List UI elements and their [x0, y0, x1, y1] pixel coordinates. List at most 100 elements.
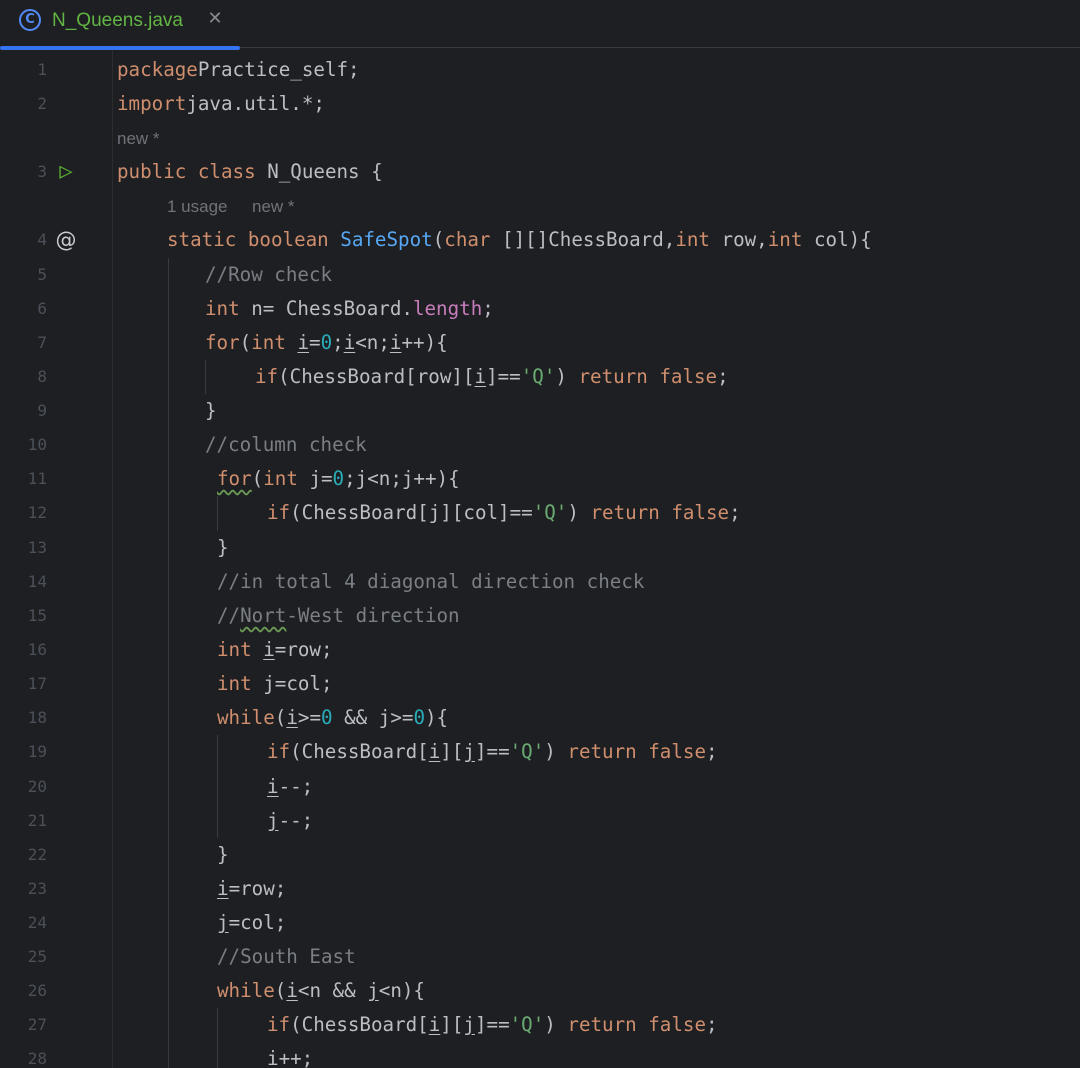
code-line[interactable]: 1 packagePractice_self;: [0, 53, 1080, 87]
code-text[interactable]: while(i>=0 && j>=0){: [217, 701, 448, 735]
code-token: j: [463, 740, 475, 763]
code-text[interactable]: if(ChessBoard[i][j]=='Q') return false;: [267, 1008, 718, 1042]
code-line[interactable]: 19 if(ChessBoard[i][j]=='Q') return false…: [0, 735, 1080, 769]
code-token: =row;: [228, 877, 287, 900]
code-token: N_Queens {: [267, 160, 383, 183]
line-number: 14: [27, 572, 47, 591]
code-line[interactable]: 2 importjava.util.*;: [0, 87, 1080, 121]
code-line[interactable]: 20 i--;: [0, 770, 1080, 804]
code-text[interactable]: while(i<n && j<n){: [217, 974, 425, 1008]
code-line[interactable]: 9}: [0, 394, 1080, 428]
code-text[interactable]: j=col;: [217, 906, 286, 940]
code-text[interactable]: if(ChessBoard[row][i]=='Q') return false…: [255, 360, 729, 394]
code-line[interactable]: 17 int j=col;: [0, 667, 1080, 701]
code-line[interactable]: 3 public class N_Queens {▷: [0, 155, 1080, 189]
code-token: if: [267, 740, 291, 763]
code-token: i: [297, 331, 309, 354]
code-token: ;: [482, 297, 494, 320]
line-number: 13: [27, 538, 47, 557]
line-number: 24: [27, 913, 47, 932]
code-line[interactable]: 15 //Nort-West direction: [0, 599, 1080, 633]
code-text[interactable]: i++;: [267, 1042, 313, 1068]
code-token: }: [217, 536, 229, 559]
code-line[interactable]: 22}: [0, 838, 1080, 872]
run-gutter-icon[interactable]: ▷: [54, 161, 78, 183]
code-text[interactable]: }: [217, 531, 229, 565]
code-token: int: [263, 467, 310, 490]
code-token: j: [463, 1013, 475, 1036]
editor-tab-bar: C N_Queens.java ✕: [0, 0, 1080, 50]
code-line[interactable]: 27 if(ChessBoard[i][j]=='Q') return false…: [0, 1008, 1080, 1042]
code-line[interactable]: 21 j--;: [0, 804, 1080, 838]
code-token: ][: [440, 740, 464, 763]
code-token: 'Q': [532, 501, 568, 524]
code-text[interactable]: if(ChessBoard[i][j]=='Q') return false;: [267, 735, 718, 769]
code-text[interactable]: }: [205, 394, 217, 428]
code-line[interactable]: 16 int i=row;: [0, 633, 1080, 667]
code-line[interactable]: 18 while(i>=0 && j>=0){: [0, 701, 1080, 735]
code-token: n= ChessBoard.: [251, 297, 413, 320]
code-line[interactable]: 26 while(i<n && j<n){: [0, 974, 1080, 1008]
code-line[interactable]: 5 //Row check: [0, 258, 1080, 292]
line-number: 6: [37, 299, 47, 318]
code-token: for: [217, 467, 252, 490]
code-token: ++){: [401, 331, 448, 354]
code-token: ;: [706, 740, 718, 763]
code-line[interactable]: 13}: [0, 531, 1080, 565]
code-text[interactable]: i--;: [267, 770, 313, 804]
code-line[interactable]: 10 //column check: [0, 428, 1080, 462]
code-token: (: [274, 706, 287, 729]
code-text[interactable]: i=row;: [217, 872, 286, 906]
code-text[interactable]: public class N_Queens {: [117, 155, 383, 189]
code-line[interactable]: 14 //in total 4 diagonal direction check: [0, 565, 1080, 599]
code-token: }: [205, 399, 217, 422]
code-token: --;: [278, 809, 314, 832]
code-text[interactable]: for(int i=0;i<n;i++){: [205, 326, 448, 360]
code-text[interactable]: //Row check: [205, 258, 332, 292]
code-line[interactable]: 6 int n= ChessBoard.length;: [0, 292, 1080, 326]
code-text[interactable]: //in total 4 diagonal direction check: [217, 565, 644, 599]
code-line[interactable]: 25 //South East: [0, 940, 1080, 974]
close-icon[interactable]: ✕: [205, 7, 225, 31]
line-number: 27: [27, 1015, 47, 1034]
code-token: length: [412, 297, 483, 320]
code-token: <n;: [355, 331, 390, 354]
code-token: if: [267, 501, 291, 524]
code-token: i: [428, 740, 441, 763]
code-text[interactable]: static boolean SafeSpot(char [][]ChessBo…: [167, 223, 872, 257]
tab-n-queens-java[interactable]: C N_Queens.java ✕: [0, 0, 240, 50]
line-number: 21: [27, 811, 47, 830]
code-token: -West direction: [286, 604, 460, 627]
code-text[interactable]: //Nort-West direction: [217, 599, 460, 633]
code-line[interactable]: 8 if(ChessBoard[row][i]=='Q') return fals…: [0, 360, 1080, 394]
code-token: ): [555, 365, 579, 388]
line-number: 11: [27, 469, 47, 488]
code-token: return false: [590, 501, 730, 524]
code-token: ): [567, 501, 591, 524]
code-line[interactable]: 24 j=col;: [0, 906, 1080, 940]
code-text[interactable]: j--;: [267, 804, 313, 838]
code-text[interactable]: int j=col;: [217, 667, 333, 701]
code-text[interactable]: importjava.util.*;: [117, 87, 325, 121]
code-text[interactable]: packagePractice_self;: [117, 53, 360, 87]
code-token: package: [117, 58, 198, 81]
code-token: i: [267, 1047, 279, 1068]
code-text[interactable]: int i=row;: [217, 633, 333, 667]
code-text[interactable]: //column check: [205, 428, 367, 462]
code-token: ;: [717, 365, 729, 388]
code-line[interactable]: 12 if(ChessBoard[j][col]=='Q') return fal…: [0, 496, 1080, 530]
line-number: 23: [27, 879, 47, 898]
line-number: 15: [27, 606, 47, 625]
code-text[interactable]: int n= ChessBoard.length;: [205, 292, 494, 326]
code-text[interactable]: }: [217, 838, 229, 872]
code-line[interactable]: 11 for(int j=0;j<n;j++){: [0, 462, 1080, 496]
code-text[interactable]: if(ChessBoard[j][col]=='Q') return false…: [267, 496, 741, 530]
code-text[interactable]: //South East: [217, 940, 356, 974]
code-line[interactable]: 23 i=row;: [0, 872, 1080, 906]
code-line[interactable]: 7 for(int i=0;i<n;i++){: [0, 326, 1080, 360]
code-text[interactable]: for(int j=0;j<n;j++){: [217, 462, 460, 496]
code-line[interactable]: 28 i++;: [0, 1042, 1080, 1068]
code-line[interactable]: 4 static boolean SafeSpot(char [][]ChessB…: [0, 223, 1080, 257]
at-gutter-icon[interactable]: @: [54, 229, 78, 251]
line-number: 5: [37, 265, 47, 284]
